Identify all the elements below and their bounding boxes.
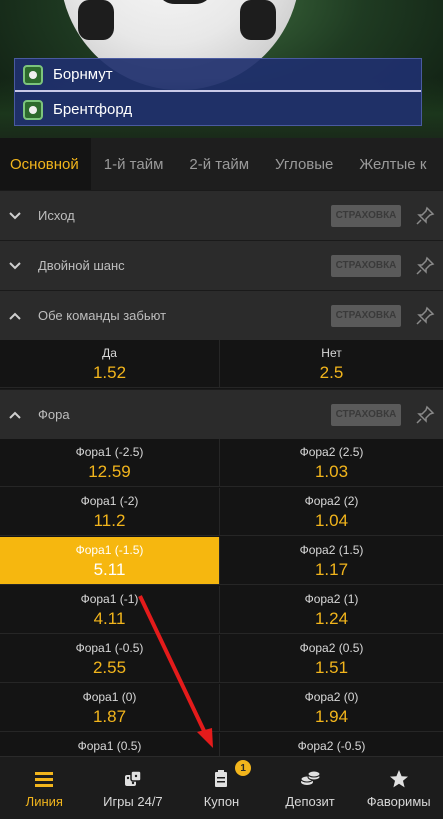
coupon-badge: 1	[235, 760, 252, 776]
odds-cell-handicap2[interactable]: Фора2 (2) 1.04	[220, 488, 443, 536]
pin-icon[interactable]	[407, 191, 443, 241]
star-icon	[389, 769, 408, 787]
nav-label: Купон	[203, 793, 240, 809]
odds-cell-handicap1[interactable]: Фора1 (-1) 4.11	[0, 586, 220, 634]
odds-cell-handicap1[interactable]: Фора1 (0) 1.87	[0, 684, 220, 732]
tab-second-half[interactable]: 2-й тайм	[176, 138, 262, 192]
team-logo-icon	[23, 99, 43, 120]
insurance-button[interactable]: СТРАХОВКА	[331, 403, 401, 426]
insurance-button[interactable]: СТРАХОВКА	[331, 254, 401, 277]
odds-label: Фора1 (-1)	[80, 592, 139, 606]
nav-coupon[interactable]: 1 Купон	[177, 757, 266, 819]
odds-label: Фора2 (-0.5)	[297, 739, 366, 753]
odds-value: 12.59	[88, 462, 131, 481]
market-outcome[interactable]: Исход СТРАХОВКА	[0, 190, 443, 240]
team-away: Брентфорд	[15, 93, 421, 126]
nav-deposit[interactable]: Депозит	[266, 757, 355, 819]
pin-icon[interactable]	[407, 390, 443, 440]
odds-label: Фора1 (-2)	[80, 494, 139, 508]
market-title: Двойной шанс	[38, 258, 125, 273]
odds-label: Фора2 (1.5)	[299, 543, 364, 557]
nav-favorites[interactable]: Фаворимы	[354, 757, 443, 819]
odds-label: Фора2 (2.5)	[299, 445, 364, 459]
odds-label: Фора1 (0)	[82, 690, 137, 704]
match-header: Борнмут Брентфорд	[0, 0, 443, 138]
nav-label: Игры 24/7	[103, 793, 163, 809]
market-tabs: Основной 1-й тайм 2-й тайм Угловые Желты…	[0, 138, 443, 192]
odds-value: 1.17	[314, 560, 349, 579]
team-home: Борнмут	[15, 59, 421, 92]
odds-value: 4.11	[93, 609, 126, 628]
odds-label: Фора1 (-0.5)	[75, 641, 144, 655]
nav-label: Линия	[25, 793, 63, 809]
odds-value: 11.2	[93, 511, 126, 530]
odds-label: Фора1 (-1.5)	[75, 543, 144, 557]
odds-value: 2.55	[92, 658, 127, 677]
dice-icon	[124, 769, 142, 786]
odds-label: Фора1 (0.5)	[77, 739, 142, 753]
nav-line[interactable]: Линия	[0, 757, 89, 819]
odds-cell-handicap1[interactable]: Фора1 (-2.5) 12.59	[0, 439, 220, 487]
odds-cell-yes[interactable]: Да 1.52	[0, 340, 220, 388]
insurance-button[interactable]: СТРАХОВКА	[331, 204, 401, 227]
odds-value: 1.87	[92, 707, 127, 726]
odds-value: 1.94	[314, 707, 349, 726]
coins-icon	[300, 770, 321, 785]
market-title: Обе команды забьют	[38, 308, 167, 323]
odds-label: Фора2 (1)	[304, 592, 359, 606]
bottom-navigation: Линия Игры 24/7 1 Купон Депозит Фаворимы	[0, 756, 443, 819]
tab-corners[interactable]: Угловые	[262, 138, 346, 192]
tab-first-half[interactable]: 1-й тайм	[91, 138, 177, 192]
chevron-up-icon	[0, 291, 30, 341]
pin-icon[interactable]	[407, 241, 443, 291]
lines-icon	[35, 771, 54, 787]
odds-cell-handicap2[interactable]: Фора2 (2.5) 1.03	[220, 439, 443, 487]
odds-value: 1.03	[314, 462, 349, 481]
odds-cell-no[interactable]: Нет 2.5	[220, 340, 443, 388]
pin-icon[interactable]	[407, 291, 443, 341]
chevron-down-icon	[0, 241, 30, 291]
match-teams-box[interactable]: Борнмут Брентфорд	[14, 58, 422, 126]
market-handicap[interactable]: Фора СТРАХОВКА	[0, 389, 443, 439]
odds-label: Фора2 (2)	[304, 494, 359, 508]
odds-cell-handicap1[interactable]: Фора1 (-2) 11.2	[0, 488, 220, 536]
odds-value: 1.24	[314, 609, 349, 628]
nav-games[interactable]: Игры 24/7	[89, 757, 178, 819]
tab-yellow-cards[interactable]: Желтые к	[346, 138, 439, 192]
odds-cell-handicap2[interactable]: Фора2 (1.5) 1.17	[220, 537, 443, 585]
chevron-up-icon	[0, 390, 30, 440]
odds-cell-handicap1[interactable]: Фора1 (-0.5) 2.55	[0, 635, 220, 683]
team-home-name: Борнмут	[53, 66, 113, 83]
odds-value: 2.5	[319, 363, 344, 382]
odds-value: 1.04	[314, 511, 349, 530]
team-logo-icon	[23, 64, 43, 85]
odds-label: Нет	[321, 346, 342, 360]
odds-label: Фора1 (-2.5)	[75, 445, 144, 459]
odds-cell-handicap2[interactable]: Фора2 (1) 1.24	[220, 586, 443, 634]
odds-cell-handicap2[interactable]: Фора2 (0) 1.94	[220, 684, 443, 732]
coupon-icon	[215, 769, 228, 787]
team-away-name: Брентфорд	[53, 101, 133, 118]
odds-cell-selected[interactable]: Фора1 (-1.5) 5.11	[0, 537, 220, 585]
nav-label: Депозит	[285, 793, 335, 809]
odds-label: Да	[102, 346, 117, 360]
chevron-down-icon	[0, 191, 30, 241]
odds-value: 1.51	[314, 658, 349, 677]
odds-label: Фора2 (0)	[304, 690, 359, 704]
tab-main[interactable]: Основной	[0, 138, 91, 192]
odds-value: 5.11	[93, 560, 126, 579]
market-title: Фора	[38, 407, 70, 422]
nav-label: Фаворимы	[366, 793, 431, 809]
market-both-teams-score[interactable]: Обе команды забьют СТРАХОВКА	[0, 290, 443, 340]
market-title: Исход	[38, 208, 75, 223]
insurance-button[interactable]: СТРАХОВКА	[331, 304, 401, 327]
odds-cell-handicap2[interactable]: Фора2 (0.5) 1.51	[220, 635, 443, 683]
market-double-chance[interactable]: Двойной шанс СТРАХОВКА	[0, 240, 443, 290]
odds-value: 1.52	[92, 363, 127, 382]
odds-label: Фора2 (0.5)	[299, 641, 364, 655]
